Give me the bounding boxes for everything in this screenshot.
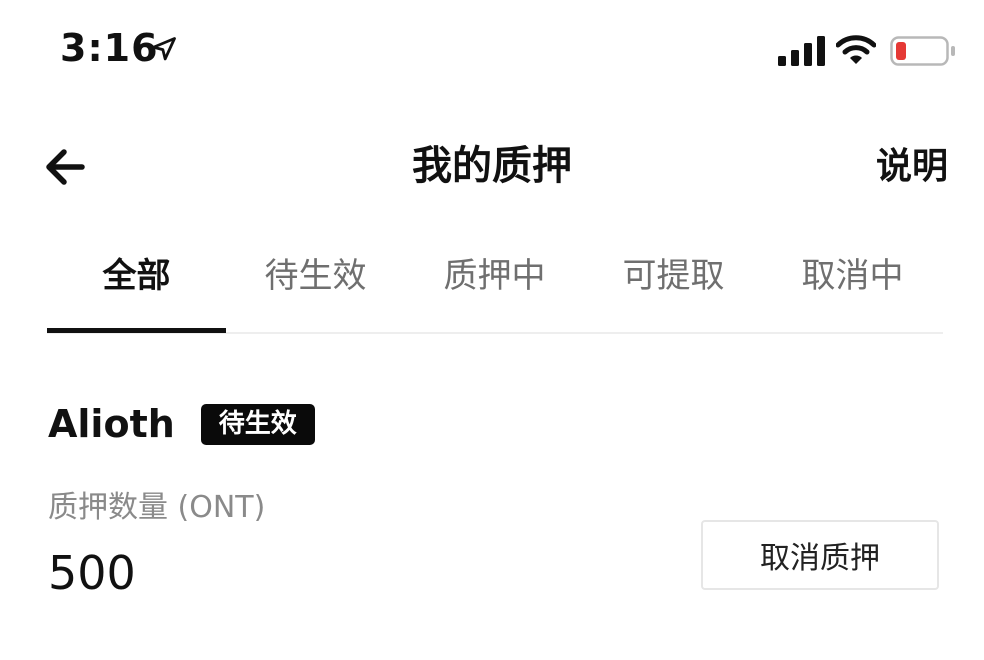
cancel-stake-button[interactable]: 取消质押 — [701, 520, 939, 590]
stake-amount-label: 质押数量 (ONT) — [48, 490, 266, 525]
stake-amount-value: 500 — [48, 546, 136, 600]
status-badge: 待生效 — [200, 403, 315, 445]
battery-low-icon — [890, 36, 955, 66]
tab-all[interactable]: 全部 — [47, 242, 226, 333]
nav-bar: 我的质押 说明 — [0, 120, 984, 210]
tab-staking[interactable]: 质押中 — [405, 242, 584, 330]
tab-bar: 全部 待生效 质押中 可提取 取消中 — [47, 242, 943, 334]
status-time: 3:16 — [60, 26, 159, 70]
help-link[interactable]: 说明 — [876, 140, 948, 194]
tab-pending[interactable]: 待生效 — [226, 242, 405, 330]
wifi-icon — [836, 35, 876, 64]
node-name: Alioth — [48, 402, 175, 446]
status-bar: 3:16 — [0, 0, 984, 100]
location-arrow-icon — [152, 37, 176, 61]
page-title: 我的质押 — [412, 143, 572, 189]
signal-icon — [778, 36, 825, 66]
tab-withdrawable[interactable]: 可提取 — [584, 242, 763, 330]
tab-cancelling[interactable]: 取消中 — [763, 242, 942, 330]
stake-node-row: Alioth 待生效 — [48, 396, 315, 452]
